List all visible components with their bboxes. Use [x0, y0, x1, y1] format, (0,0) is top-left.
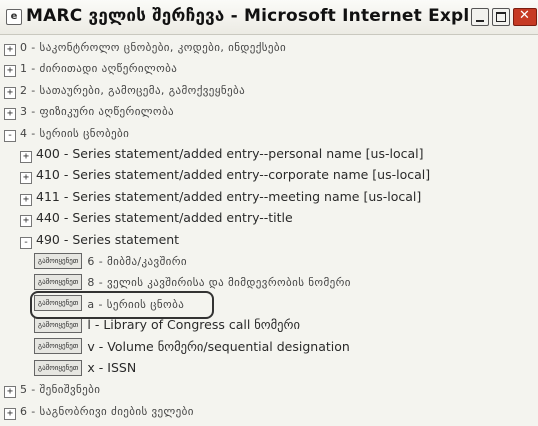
tree-node-label: 440 - Series statement/added entry--titl… [36, 210, 293, 226]
tree-node-490[interactable]: -490 - Series statement [20, 229, 179, 251]
title-bar: e MARC ველის შერჩევა - Microsoft Interne… [0, 0, 538, 35]
expand-icon[interactable]: + [20, 193, 32, 206]
subfield-label: a - სერიის ცნობა [87, 297, 185, 311]
minimize-button[interactable] [471, 8, 489, 26]
tree-node-label: 6 - საგნობრივი ძიების ველები [20, 404, 194, 418]
subfield-row-a: გამოიყენეთ a - სერიის ცნობა [34, 293, 184, 315]
subfield-label: 8 - ველის კავშირისა და მიმდევრობის ნომერ… [87, 276, 351, 290]
use-button[interactable]: გამოიყენეთ [34, 338, 83, 355]
use-button[interactable]: გამოიყენეთ [34, 273, 83, 290]
tree-node-5[interactable]: +5 - შენიშვნები [4, 378, 100, 400]
expand-icon[interactable]: + [4, 386, 16, 399]
tree-node-label: 3 - ფიზიკური აღწერილობა [20, 105, 175, 119]
tree-node-411[interactable]: +411 - Series statement/added entry--mee… [20, 186, 421, 208]
tree-node-label: 5 - შენიშვნები [20, 383, 101, 397]
tree-node-label: 2 - სათაურები, გამოცემა, გამოქვეყნება [20, 83, 246, 97]
collapse-icon[interactable]: - [4, 129, 16, 142]
tree-node-4[interactable]: -4 - სერიის ცნობები [4, 122, 129, 144]
tree-node-400[interactable]: +400 - Series statement/added entry--per… [20, 143, 423, 165]
tree-node-label: 400 - Series statement/added entry--pers… [36, 146, 424, 161]
subfield-label: 6 - მიბმა/კავშირი [87, 255, 188, 268]
expand-icon[interactable]: + [4, 65, 16, 78]
expand-icon[interactable]: + [20, 151, 32, 163]
expand-icon[interactable]: + [4, 86, 16, 99]
subfield-label: v - Volume ნომერი/sequential designation [87, 338, 350, 354]
tree-node-label: 411 - Series statement/added entry--meet… [36, 188, 422, 204]
expand-icon[interactable]: + [4, 108, 16, 121]
subfield-row-x: გამოიყენეთ x - ISSN [34, 357, 136, 379]
tree-node-label: 1 - ძირითადი აღწერილობა [20, 62, 178, 76]
expand-icon[interactable]: + [20, 215, 32, 228]
collapse-icon[interactable]: - [20, 236, 32, 249]
expand-icon[interactable]: + [20, 172, 32, 185]
window-title: MARC ველის შერჩევა - Microsoft Internet … [26, 6, 490, 26]
marc-field-tree: +0 - საკონტროლო ცნობები, კოდები, ინდექსე… [0, 34, 538, 426]
tree-node-440[interactable]: +440 - Series statement/added entry--tit… [20, 207, 293, 229]
use-button[interactable]: გამოიყენეთ [34, 252, 83, 269]
tree-node-0[interactable]: +0 - საკონტროლო ცნობები, კოდები, ინდექსე… [4, 36, 286, 58]
close-button[interactable] [513, 8, 537, 26]
maximize-button[interactable] [492, 8, 510, 26]
browser-icon: e [6, 9, 22, 25]
use-button[interactable]: გამოიყენეთ [34, 316, 83, 333]
subfield-row-v: გამოიყენეთ v - Volume ნომერი/sequential d… [34, 336, 350, 358]
tree-node-3[interactable]: +3 - ფიზიკური აღწერილობა [4, 100, 174, 122]
tree-node-label: 0 - საკონტროლო ცნობები, კოდები, ინდექსებ… [20, 41, 287, 54]
tree-node-1[interactable]: +1 - ძირითადი აღწერილობა [4, 57, 177, 79]
subfield-row-l: გამოიყენეთ l - Library of Congress call ნ… [34, 314, 300, 336]
subfield-row-6: გამოიყენეთ 6 - მიბმა/კავშირი [34, 250, 187, 272]
subfield-label: x - ISSN [87, 360, 137, 375]
tree-node-6[interactable]: +6 - საგნობრივი ძიების ველები [4, 400, 194, 422]
use-button[interactable]: გამოიყენეთ [34, 359, 83, 376]
tree-node-label: 490 - Series statement [36, 231, 180, 247]
use-button[interactable]: გამოიყენეთ [34, 295, 83, 312]
subfield-label: l - Library of Congress call ნომერი [87, 317, 300, 333]
tree-node-410[interactable]: +410 - Series statement/added entry--cor… [20, 164, 430, 186]
expand-icon[interactable]: + [4, 44, 16, 56]
expand-icon[interactable]: + [4, 407, 16, 420]
tree-node-label: 4 - სერიის ცნობები [20, 126, 130, 140]
subfield-row-8: გამოიყენეთ 8 - ველის კავშირისა და მიმდევრ… [34, 271, 351, 293]
tree-node-2[interactable]: +2 - სათაურები, გამოცემა, გამოქვეყნება [4, 79, 245, 101]
tree-node-label: 410 - Series statement/added entry--corp… [36, 167, 431, 183]
